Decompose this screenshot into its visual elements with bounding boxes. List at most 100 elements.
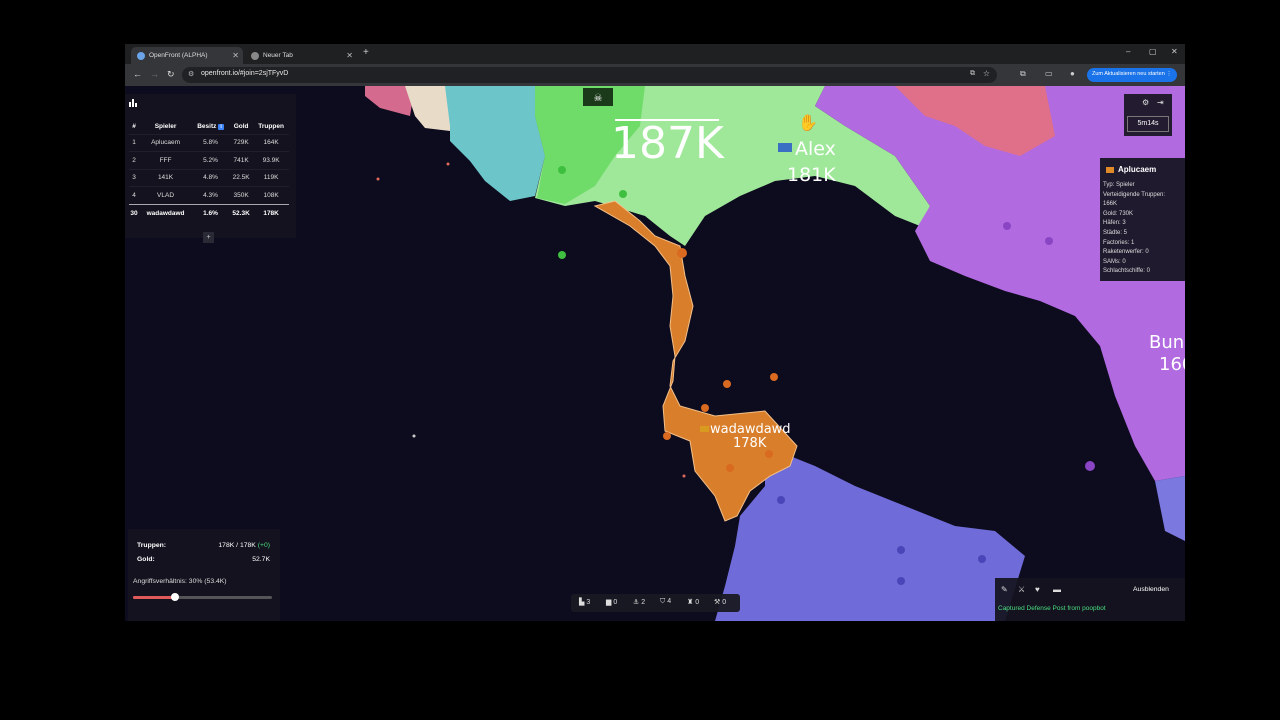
close-window-icon[interactable]: ✕	[1171, 47, 1178, 56]
player-stats-panel: Truppen: 178K / 178K (+0) Gold: 52.7K An…	[128, 529, 280, 621]
player-name-label[interactable]: wadawdawd	[710, 422, 791, 437]
table-row[interactable]: 4 VLAD 4.3% 350K 108K	[129, 186, 289, 204]
handshake-icon[interactable]: ♥	[1035, 585, 1040, 594]
chat-icon[interactable]: ▬	[1053, 585, 1061, 594]
player-info-panel: Aplucaem Typ: Spieler Verteidigende Trup…	[1100, 158, 1185, 281]
structure-green	[558, 251, 566, 259]
gear-icon[interactable]: ⚙	[1142, 98, 1149, 107]
sam-launcher-button[interactable]: ⚒ 0	[714, 598, 726, 606]
pencil-icon[interactable]: ✎	[1001, 585, 1008, 594]
info-line: Raketenwerfer: 0	[1103, 249, 1149, 256]
structure-blue	[777, 496, 785, 504]
table-row[interactable]: 1 Aplucaem 5.8% 729K 164K	[129, 133, 289, 152]
cell-owned: 5.8%	[191, 133, 229, 152]
cell-gold: 741K	[229, 151, 254, 169]
city-count: 3	[586, 599, 591, 606]
structure-purple	[1045, 237, 1053, 245]
cell-rank: 1	[129, 133, 140, 152]
forward-icon[interactable]: →	[150, 69, 159, 79]
leaderboard-table: # Spieler Besitz i Gold Truppen 1 Aplucae…	[129, 119, 289, 222]
cell-troops: 108K	[253, 186, 289, 204]
missile-silo-button[interactable]: ♜ 0	[687, 598, 699, 606]
info-line: Typ: Spieler	[1103, 182, 1135, 188]
address-bar[interactable]: ⚙ openfront.io/#join=2sjTFyvD ⧉ ☆	[182, 67, 997, 83]
defense-post-button[interactable]: ⛉ 4	[660, 598, 671, 606]
leaderboard-expand-button[interactable]: +	[203, 232, 214, 243]
boat-marker	[376, 177, 380, 181]
event-message[interactable]: Captured Defense Post from poopbot	[998, 605, 1106, 612]
alliance-icon: ✋	[798, 113, 818, 132]
col-rank[interactable]: #	[129, 119, 139, 134]
col-owned-label: Besitz	[197, 122, 217, 130]
boat-marker	[412, 434, 416, 438]
info-line: Häfen: 3	[1103, 220, 1126, 227]
gold-value: 52.7K	[252, 556, 270, 563]
site-info-icon[interactable]: ⚙	[188, 70, 194, 78]
col-player[interactable]: Spieler	[139, 119, 192, 134]
anchor-icon: ⚓	[633, 599, 640, 606]
profile-icon[interactable]: ●	[1070, 69, 1075, 78]
nation-name-bun[interactable]: Bun	[1149, 332, 1184, 353]
info-line: Verteidigende Truppen:	[1103, 191, 1166, 198]
attack-ratio-slider[interactable]	[133, 593, 272, 601]
attack-ratio-thumb[interactable]	[170, 593, 179, 601]
bookmark-star-icon[interactable]: ☆	[983, 69, 990, 78]
bar-chart-icon[interactable]	[129, 99, 137, 107]
cell-gold: 22.5K	[229, 168, 254, 187]
extensions-icon[interactable]: ⧉	[1020, 69, 1026, 79]
skull-icon: ☠	[594, 93, 603, 104]
game-timer: 5m14s	[1127, 116, 1169, 132]
close-tab-icon[interactable]: ✕	[232, 51, 239, 60]
cell-troops: 164K	[253, 133, 289, 152]
city-button[interactable]: ▙ 3	[579, 598, 590, 606]
game-viewport[interactable]: ☠ ✋ 187K Alex 181K wadawdawd 178K Bun 16…	[125, 86, 1185, 621]
info-line: Städte: 5	[1103, 229, 1128, 236]
troops-count: 178K / 178K	[218, 542, 256, 549]
table-row[interactable]: 3 141K 4.8% 22.5K 119K	[129, 168, 289, 187]
col-troops[interactable]: Truppen	[253, 119, 289, 134]
cell-troops: 93.9K	[253, 151, 289, 169]
tab-title: Neuer Tab	[263, 52, 293, 59]
factory-button[interactable]: ▆ 0	[606, 598, 617, 606]
nation-name-alex[interactable]: Alex	[795, 138, 836, 160]
structure-green	[619, 190, 627, 198]
col-owned[interactable]: Besitz i	[192, 119, 229, 134]
structure-purple	[1085, 461, 1095, 471]
install-icon[interactable]: ⧉	[970, 70, 975, 78]
browser-toolbar: ← → ↻ ⚙ openfront.io/#join=2sjTFyvD ⧉ ☆ …	[125, 64, 1185, 86]
port-button[interactable]: ⚓ 2	[633, 598, 645, 606]
new-tab-button[interactable]: +	[363, 47, 369, 58]
sidepanel-icon[interactable]: ▭	[1045, 69, 1053, 78]
reload-icon[interactable]: ↻	[167, 69, 175, 80]
attack-icon[interactable]: ⚔	[1018, 585, 1025, 594]
tab-new[interactable]: Neuer Tab ✕	[245, 47, 357, 64]
sam-icon: ⚒	[714, 599, 721, 606]
player-info-name: Aplucaem	[1118, 165, 1157, 174]
attack-ratio-label: Angriffsverhältnis: 30% (53.4K)	[133, 578, 227, 585]
maximize-icon[interactable]: ▢	[1149, 47, 1157, 56]
globe-icon	[251, 51, 259, 60]
player-info-details: Typ: Spieler Verteidigende Truppen: 166K…	[1103, 181, 1165, 277]
update-restart-button[interactable]: Zum Aktualisieren neu starten ⋮	[1087, 68, 1177, 82]
back-icon[interactable]: ←	[133, 69, 142, 79]
shield-icon: ⛉	[660, 598, 666, 605]
port-count: 2	[641, 599, 646, 606]
player-color-swatch	[1106, 166, 1114, 173]
table-row[interactable]: 2 FFF 5.2% 741K 93.9K	[129, 151, 289, 169]
attack-ratio-fill	[133, 596, 175, 599]
structure-orange	[663, 432, 671, 440]
minimize-icon[interactable]: –	[1126, 47, 1130, 56]
tab-openfront[interactable]: OpenFront (ALPHA) ✕	[131, 47, 243, 64]
hide-events-button[interactable]: Ausblenden	[1133, 586, 1169, 593]
exit-icon[interactable]: ⇥	[1157, 98, 1164, 107]
events-panel: ✎ ⚔ ♥ ▬ Ausblenden Captured Defense Post…	[995, 578, 1185, 621]
globe-icon	[137, 51, 145, 60]
info-line: Schlachtschiffe: 0	[1103, 268, 1150, 275]
city-icon: ▙	[579, 599, 585, 606]
table-row-self[interactable]: 30 wadawdawd 1.6% 52.3K 178K	[129, 203, 289, 222]
structure-blue	[897, 546, 905, 554]
close-tab-icon[interactable]: ✕	[346, 51, 353, 60]
boat-marker	[682, 474, 686, 478]
col-gold[interactable]: Gold	[229, 119, 253, 134]
cell-owned: 4.3%	[191, 186, 229, 204]
